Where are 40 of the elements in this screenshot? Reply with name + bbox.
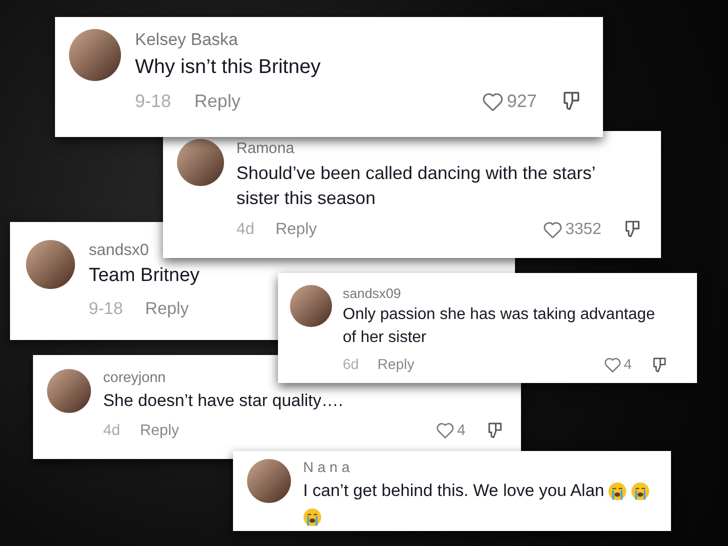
comment-text: She doesn’t have star quality….	[103, 390, 344, 412]
username[interactable]: sandsx0	[88, 240, 149, 261]
thumbs-down-icon	[624, 220, 641, 239]
like-count: 927	[506, 90, 537, 112]
heart-icon	[542, 220, 562, 238]
like-count: 3352	[565, 220, 602, 239]
username[interactable]: Kelsey Baska	[135, 29, 238, 52]
comment-text: Why isn’t this Britney	[135, 55, 321, 80]
like-count: 4	[457, 422, 466, 440]
reply-link[interactable]: Reply	[145, 298, 189, 319]
comment-text: Team Britney	[88, 264, 200, 288]
crying-face-icon	[608, 482, 628, 501]
reply-link[interactable]: Reply	[140, 422, 180, 440]
comment-text: Only passion she has was taking advantage of her sister	[342, 305, 656, 348]
thumbs-down-icon	[652, 356, 667, 374]
reply-link[interactable]: Reply	[378, 357, 414, 374]
username[interactable]: sandsx09	[342, 285, 401, 303]
username[interactable]: Ramona	[236, 139, 294, 159]
comment-text: Should’ve been called dancing with the stars’ sister this season	[236, 162, 596, 210]
thumbs-down-icon	[486, 422, 503, 440]
reply-link[interactable]: Reply	[275, 220, 317, 239]
username[interactable]: coreyjonn	[103, 369, 166, 388]
crying-face-icon	[631, 482, 650, 501]
crying-face-icon	[303, 508, 322, 526]
heart-icon	[482, 92, 504, 112]
comment-date: 4d	[103, 422, 120, 440]
avatar-circle	[177, 139, 224, 186]
comment-date: 6d	[342, 357, 359, 374]
like-count: 4	[624, 357, 632, 374]
avatar-circle	[290, 285, 332, 327]
avatar-circle	[69, 29, 121, 81]
comment-text: I can’t get behind this. We love you Alan	[303, 480, 604, 502]
comment-date: 9-18	[88, 298, 123, 319]
heart-icon	[604, 357, 621, 374]
reply-link[interactable]: Reply	[194, 90, 240, 112]
comment-date: 4d	[236, 220, 254, 239]
username[interactable]: N a n a	[303, 459, 350, 478]
thumbs-down-icon	[562, 91, 581, 112]
heart-icon	[436, 422, 454, 440]
comment-date: 9-18	[135, 90, 172, 112]
